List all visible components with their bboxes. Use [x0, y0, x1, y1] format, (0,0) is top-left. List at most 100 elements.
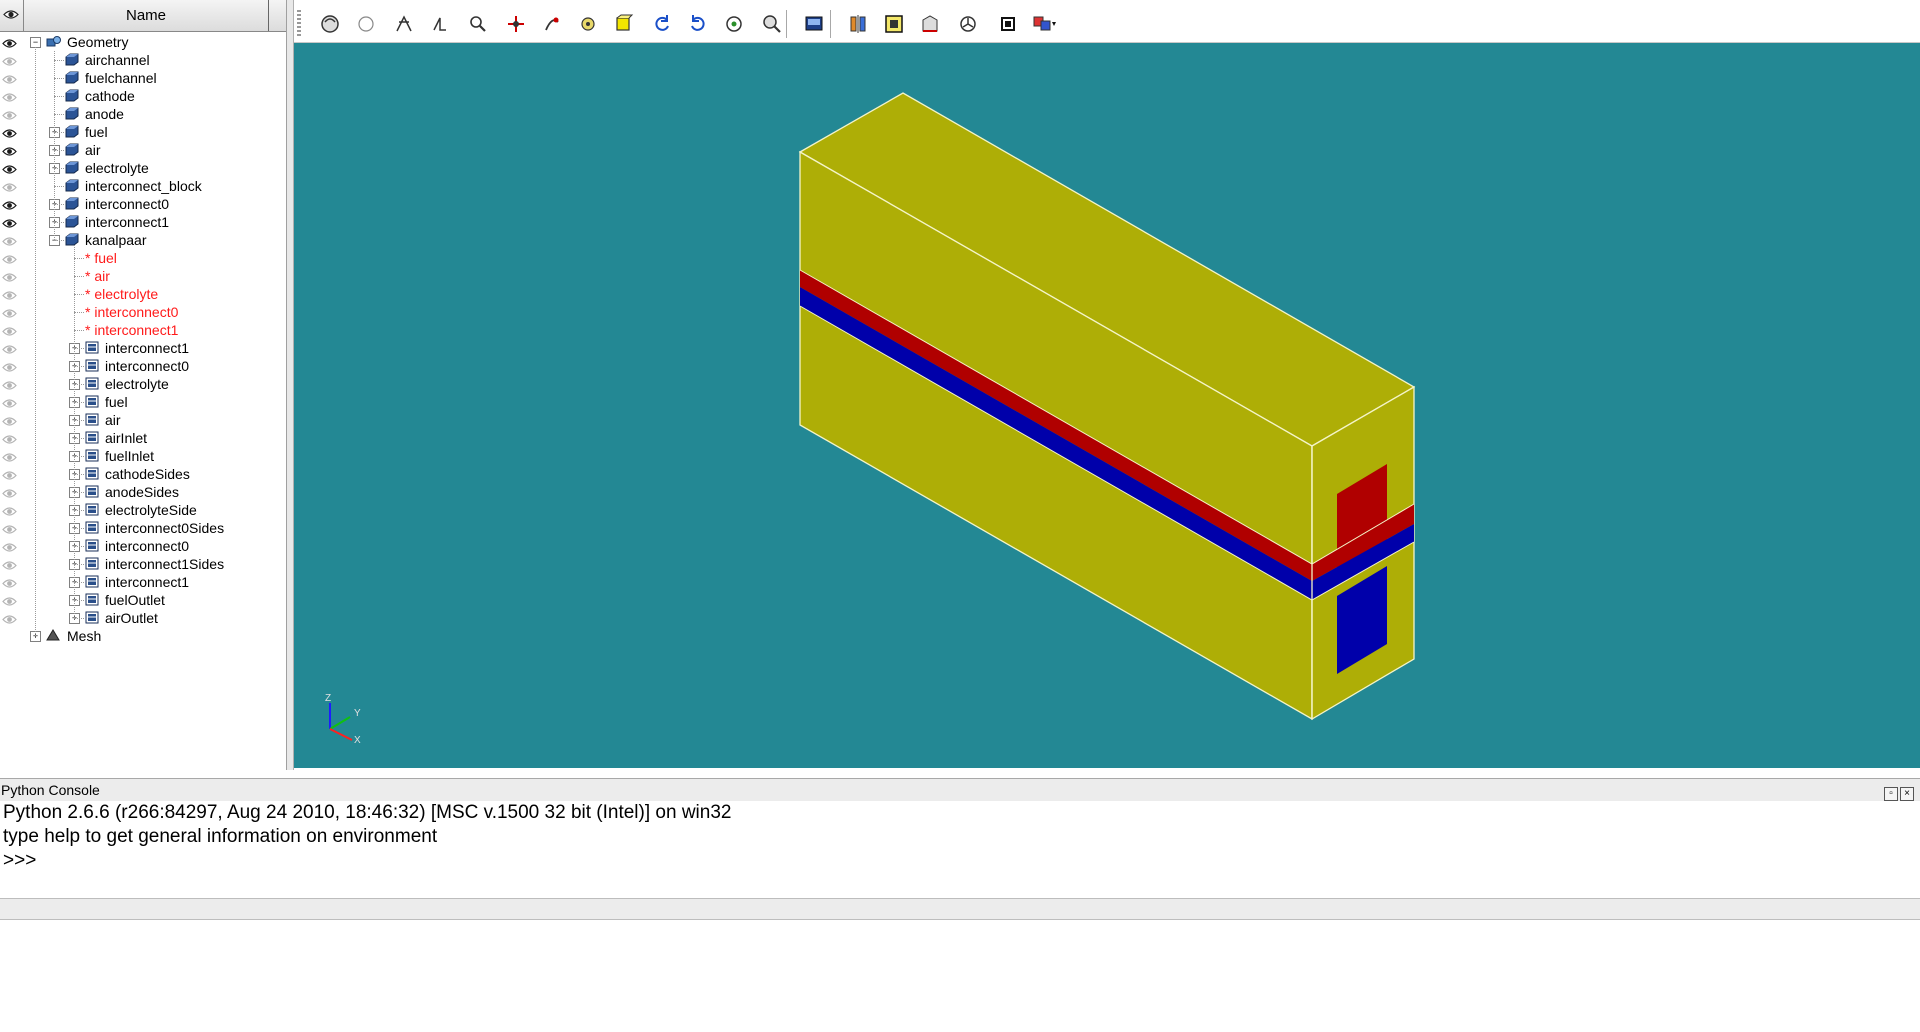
visibility-eye-icon[interactable]: [2, 126, 17, 138]
tree-item[interactable]: fuelchannel: [0, 69, 286, 87]
fit-area-icon[interactable]: [612, 12, 636, 36]
visibility-eye-icon[interactable]: [2, 522, 17, 534]
tree-item[interactable]: anode: [0, 105, 286, 123]
tree-item[interactable]: + fuel: [0, 123, 286, 141]
visibility-eye-icon[interactable]: [2, 504, 17, 516]
trihedron-icon[interactable]: [956, 12, 980, 36]
zoom-selection-icon[interactable]: [760, 12, 784, 36]
tree-item[interactable]: + anodeSides: [0, 483, 286, 501]
visibility-eye-icon[interactable]: [2, 288, 17, 300]
tree-item[interactable]: + fuelInlet: [0, 447, 286, 465]
graduated-axes-icon[interactable]: [918, 12, 942, 36]
visibility-eye-icon[interactable]: [2, 558, 17, 570]
reset-icon[interactable]: [722, 12, 746, 36]
visibility-eye-icon[interactable]: [2, 432, 17, 444]
tree-item[interactable]: + airOutlet: [0, 609, 286, 627]
scaling-icon[interactable]: [882, 12, 906, 36]
mode-icon[interactable]: [996, 12, 1020, 36]
panel-splitter[interactable]: [287, 0, 294, 770]
tree-item[interactable]: + electrolyteSide: [0, 501, 286, 519]
python-console[interactable]: Python 2.6.6 (r266:84297, Aug 24 2010, 1…: [0, 801, 1920, 897]
tree-item[interactable]: * electrolyte: [0, 285, 286, 303]
reset-view-icon[interactable]: [354, 12, 378, 36]
tree-item[interactable]: + electrolyte: [0, 375, 286, 393]
global-pan-icon[interactable]: [428, 12, 452, 36]
visibility-eye-icon[interactable]: [2, 72, 17, 84]
visibility-eye-icon[interactable]: [2, 612, 17, 624]
tree-item[interactable]: + interconnect1Sides: [0, 555, 286, 573]
object-browser: Name − Geometry airchannel fuelchannel catho…: [0, 0, 287, 770]
tree-item[interactable]: airchannel: [0, 51, 286, 69]
tree-item[interactable]: * interconnect1: [0, 321, 286, 339]
tree-guide-line: [74, 258, 84, 259]
tree-item[interactable]: + interconnect1: [0, 339, 286, 357]
visibility-eye-icon[interactable]: [2, 108, 17, 120]
tree-item[interactable]: + electrolyte: [0, 159, 286, 177]
visibility-eye-icon[interactable]: [2, 468, 17, 480]
visibility-eye-icon[interactable]: [2, 324, 17, 336]
visibility-eye-icon[interactable]: [2, 144, 17, 156]
visibility-eye-icon[interactable]: [2, 450, 17, 462]
fit-all-icon[interactable]: [576, 12, 600, 36]
rotate-right-icon[interactable]: [686, 12, 710, 36]
visibility-eye-icon[interactable]: [2, 216, 17, 228]
visibility-eye-icon[interactable]: [2, 576, 17, 588]
rotate-icon[interactable]: [540, 12, 564, 36]
visibility-eye-icon[interactable]: [2, 306, 17, 318]
dropdown-icon[interactable]: [1032, 12, 1056, 36]
tree-item[interactable]: + airInlet: [0, 429, 286, 447]
visibility-eye-icon[interactable]: [2, 198, 17, 210]
viewer-canvas[interactable]: Z Y X: [294, 43, 1920, 768]
zoom-icon[interactable]: [466, 12, 490, 36]
tree-item[interactable]: + air: [0, 141, 286, 159]
tree-item[interactable]: + interconnect1: [0, 573, 286, 591]
visibility-column-header[interactable]: [0, 0, 24, 31]
visibility-eye-icon[interactable]: [2, 36, 17, 48]
float-panel-icon[interactable]: ▫: [1884, 787, 1898, 801]
visibility-eye-icon[interactable]: [2, 252, 17, 264]
pan-icon[interactable]: [392, 12, 416, 36]
tree-item[interactable]: + interconnect1: [0, 213, 286, 231]
visibility-eye-icon[interactable]: [2, 540, 17, 552]
console-prompt[interactable]: >>>: [0, 849, 1920, 873]
visibility-eye-icon[interactable]: [2, 396, 17, 408]
visibility-eye-icon[interactable]: [2, 90, 17, 102]
visibility-eye-icon[interactable]: [2, 360, 17, 372]
tree-item[interactable]: interconnect_block: [0, 177, 286, 195]
visibility-eye-icon[interactable]: [2, 414, 17, 426]
tree-item[interactable]: + cathodeSides: [0, 465, 286, 483]
tree-item[interactable]: + interconnect0: [0, 195, 286, 213]
tree-item[interactable]: + interconnect0: [0, 537, 286, 555]
visibility-eye-icon[interactable]: [2, 162, 17, 174]
toolbar-grip[interactable]: [297, 10, 301, 36]
clipping-icon[interactable]: [846, 12, 870, 36]
visibility-eye-icon[interactable]: [2, 54, 17, 66]
rotation-point-icon[interactable]: [504, 12, 528, 36]
3d-viewer[interactable]: Z Y X: [294, 43, 1920, 768]
visibility-eye-icon[interactable]: [2, 234, 17, 246]
tree-item[interactable]: * fuel: [0, 249, 286, 267]
visibility-eye-icon[interactable]: [2, 594, 17, 606]
visibility-eye-icon[interactable]: [2, 486, 17, 498]
rotate-view-icon[interactable]: [318, 12, 342, 36]
rotate-left-icon[interactable]: [650, 12, 674, 36]
tree-item[interactable]: + interconnect0: [0, 357, 286, 375]
dump-view-icon[interactable]: [802, 12, 826, 36]
tree-item[interactable]: − Geometry: [0, 33, 286, 51]
tree-item[interactable]: + Mesh: [0, 627, 286, 645]
tree-item[interactable]: + fuelOutlet: [0, 591, 286, 609]
close-icon[interactable]: ×: [1900, 787, 1914, 801]
group-icon: [85, 449, 99, 462]
visibility-eye-icon[interactable]: [2, 180, 17, 192]
visibility-eye-icon[interactable]: [2, 270, 17, 282]
tree-item[interactable]: * interconnect0: [0, 303, 286, 321]
name-column-header[interactable]: Name: [24, 0, 269, 31]
tree-item[interactable]: − kanalpaar: [0, 231, 286, 249]
tree-item[interactable]: + air: [0, 411, 286, 429]
tree-item[interactable]: + interconnect0Sides: [0, 519, 286, 537]
visibility-eye-icon[interactable]: [2, 342, 17, 354]
tree-item[interactable]: cathode: [0, 87, 286, 105]
tree-item[interactable]: * air: [0, 267, 286, 285]
visibility-eye-icon[interactable]: [2, 378, 17, 390]
tree-item[interactable]: + fuel: [0, 393, 286, 411]
